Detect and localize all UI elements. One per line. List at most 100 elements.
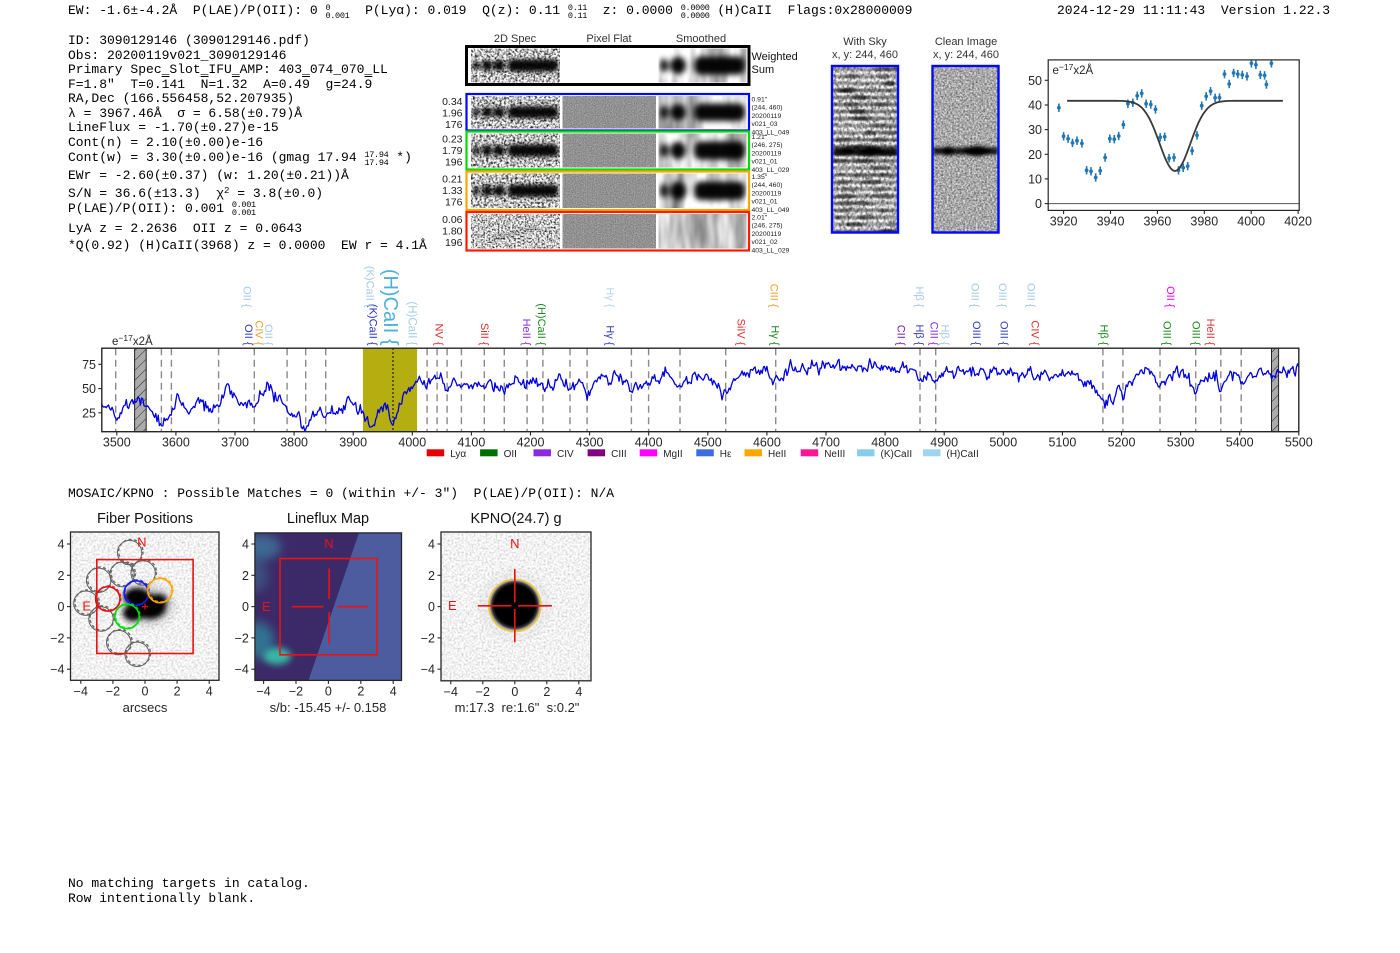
svg-text:Hβ {: Hβ { bbox=[913, 324, 925, 345]
svg-text:−4: −4 bbox=[256, 684, 270, 698]
svg-text:Lyα: Lyα bbox=[450, 449, 466, 460]
svg-text:5300: 5300 bbox=[1167, 436, 1195, 450]
svg-text:Fiber Positions: Fiber Positions bbox=[97, 511, 193, 527]
svg-text:5400: 5400 bbox=[1226, 436, 1254, 450]
svg-text:v021_01: v021_01 bbox=[752, 159, 778, 166]
svg-text:4: 4 bbox=[575, 685, 582, 699]
svg-text:0: 0 bbox=[1035, 197, 1042, 211]
svg-text:e−17x2Å: e−17x2Å bbox=[1053, 62, 1094, 77]
svg-text:5100: 5100 bbox=[1048, 436, 1076, 450]
svg-text:SiIV {: SiIV { bbox=[734, 319, 746, 346]
svg-text:196: 196 bbox=[445, 237, 463, 249]
svg-text:−4: −4 bbox=[50, 663, 64, 677]
svg-text:3600: 3600 bbox=[162, 436, 190, 450]
svg-text:176: 176 bbox=[445, 119, 463, 131]
svg-text:4: 4 bbox=[428, 538, 435, 552]
svg-text:1.79: 1.79 bbox=[442, 145, 463, 157]
svg-text:4800: 4800 bbox=[871, 436, 899, 450]
svg-text:HeII {: HeII { bbox=[520, 319, 532, 346]
svg-text:OIII {: OIII { bbox=[1161, 321, 1173, 346]
svg-text:25: 25 bbox=[82, 406, 96, 420]
svg-text:1.35": 1.35" bbox=[752, 174, 768, 181]
svg-text:Sum: Sum bbox=[752, 64, 775, 76]
svg-text:N: N bbox=[324, 536, 333, 551]
svg-text:2: 2 bbox=[174, 684, 181, 698]
svg-text:3500: 3500 bbox=[103, 436, 131, 450]
svg-text:(H)CaII {: (H)CaII { bbox=[379, 269, 401, 346]
svg-text:0.06: 0.06 bbox=[442, 214, 463, 226]
svg-text:4: 4 bbox=[390, 684, 397, 698]
svg-text:Lineflux Map: Lineflux Map bbox=[287, 511, 369, 527]
svg-text:E: E bbox=[262, 599, 271, 614]
svg-text:(244, 460): (244, 460) bbox=[752, 182, 783, 189]
svg-text:4600: 4600 bbox=[753, 436, 781, 450]
svg-text:Hγ {: Hγ { bbox=[604, 287, 616, 308]
svg-text:0.23: 0.23 bbox=[442, 134, 463, 146]
svg-text:196: 196 bbox=[445, 157, 463, 169]
svg-text:0.34: 0.34 bbox=[442, 96, 463, 108]
svg-text:−4: −4 bbox=[74, 684, 88, 698]
svg-text:(H)CaII: (H)CaII bbox=[947, 449, 979, 460]
svg-text:3940: 3940 bbox=[1097, 215, 1125, 229]
svg-text:OII {: OII { bbox=[1164, 286, 1176, 308]
svg-text:2.01": 2.01" bbox=[752, 215, 768, 222]
svg-text:2: 2 bbox=[428, 569, 435, 583]
svg-text:4100: 4100 bbox=[457, 436, 485, 450]
svg-text:4: 4 bbox=[242, 538, 249, 552]
svg-text:−2: −2 bbox=[421, 631, 435, 645]
svg-text:4: 4 bbox=[58, 538, 65, 552]
svg-text:−4: −4 bbox=[421, 663, 435, 677]
svg-text:4400: 4400 bbox=[635, 436, 663, 450]
svg-text:0.21: 0.21 bbox=[442, 174, 463, 186]
svg-text:OII {: OII { bbox=[242, 324, 254, 346]
svg-text:OII {: OII { bbox=[262, 324, 274, 346]
svg-text:CIII {: CIII { bbox=[767, 284, 779, 308]
svg-text:E: E bbox=[448, 598, 457, 613]
svg-text:HeII: HeII bbox=[768, 449, 786, 460]
svg-text:v021_02: v021_02 bbox=[752, 239, 778, 246]
svg-text:v021_03: v021_03 bbox=[752, 121, 778, 128]
svg-text:20: 20 bbox=[1028, 148, 1042, 162]
svg-text:50: 50 bbox=[82, 382, 96, 396]
svg-text:3960: 3960 bbox=[1143, 215, 1171, 229]
svg-text:Hγ {: Hγ { bbox=[769, 325, 781, 346]
svg-text:Hβ {: Hβ { bbox=[913, 286, 925, 307]
svg-text:Hβ {: Hβ { bbox=[939, 324, 951, 345]
svg-text:−2: −2 bbox=[235, 631, 249, 645]
svg-text:4900: 4900 bbox=[930, 436, 958, 450]
svg-text:4020: 4020 bbox=[1284, 215, 1312, 229]
svg-text:N: N bbox=[510, 536, 519, 551]
svg-text:4: 4 bbox=[206, 684, 213, 698]
svg-text:−2: −2 bbox=[476, 685, 490, 699]
svg-text:Pixel Flat: Pixel Flat bbox=[586, 33, 631, 45]
svg-text:20200119: 20200119 bbox=[752, 190, 782, 197]
svg-text:e−17x2Å: e−17x2Å bbox=[112, 333, 153, 348]
svg-text:OIII {: OIII { bbox=[1024, 283, 1036, 308]
svg-text:10: 10 bbox=[1028, 172, 1042, 186]
svg-text:0.91": 0.91" bbox=[752, 97, 768, 104]
svg-text:50: 50 bbox=[1028, 74, 1042, 88]
svg-text:OIII {: OIII { bbox=[997, 321, 1009, 346]
svg-text:403_LL_029: 403_LL_029 bbox=[752, 167, 790, 174]
svg-text:4000: 4000 bbox=[1237, 215, 1265, 229]
svg-text:2: 2 bbox=[58, 569, 65, 583]
svg-text:0: 0 bbox=[511, 685, 518, 699]
svg-text:arcsecs: arcsecs bbox=[123, 700, 168, 715]
svg-text:CIII: CIII bbox=[611, 449, 627, 460]
svg-text:x, y: 244, 460: x, y: 244, 460 bbox=[832, 49, 898, 61]
svg-text:5500: 5500 bbox=[1285, 436, 1313, 450]
svg-text:2: 2 bbox=[242, 569, 249, 583]
svg-text:1.21": 1.21" bbox=[752, 134, 768, 141]
svg-text:OIII {: OIII { bbox=[996, 283, 1008, 308]
svg-text:Hε: Hε bbox=[720, 449, 732, 460]
svg-text:With Sky: With Sky bbox=[843, 36, 887, 48]
svg-text:3920: 3920 bbox=[1050, 215, 1078, 229]
svg-text:30: 30 bbox=[1028, 123, 1042, 137]
svg-text:(K)CaII {: (K)CaII { bbox=[364, 266, 376, 308]
svg-text:176: 176 bbox=[445, 197, 463, 209]
svg-text:4000: 4000 bbox=[398, 436, 426, 450]
svg-text:0: 0 bbox=[58, 600, 65, 614]
svg-text:OIII {: OIII { bbox=[969, 283, 981, 308]
svg-text:4700: 4700 bbox=[812, 436, 840, 450]
svg-text:3800: 3800 bbox=[280, 436, 308, 450]
